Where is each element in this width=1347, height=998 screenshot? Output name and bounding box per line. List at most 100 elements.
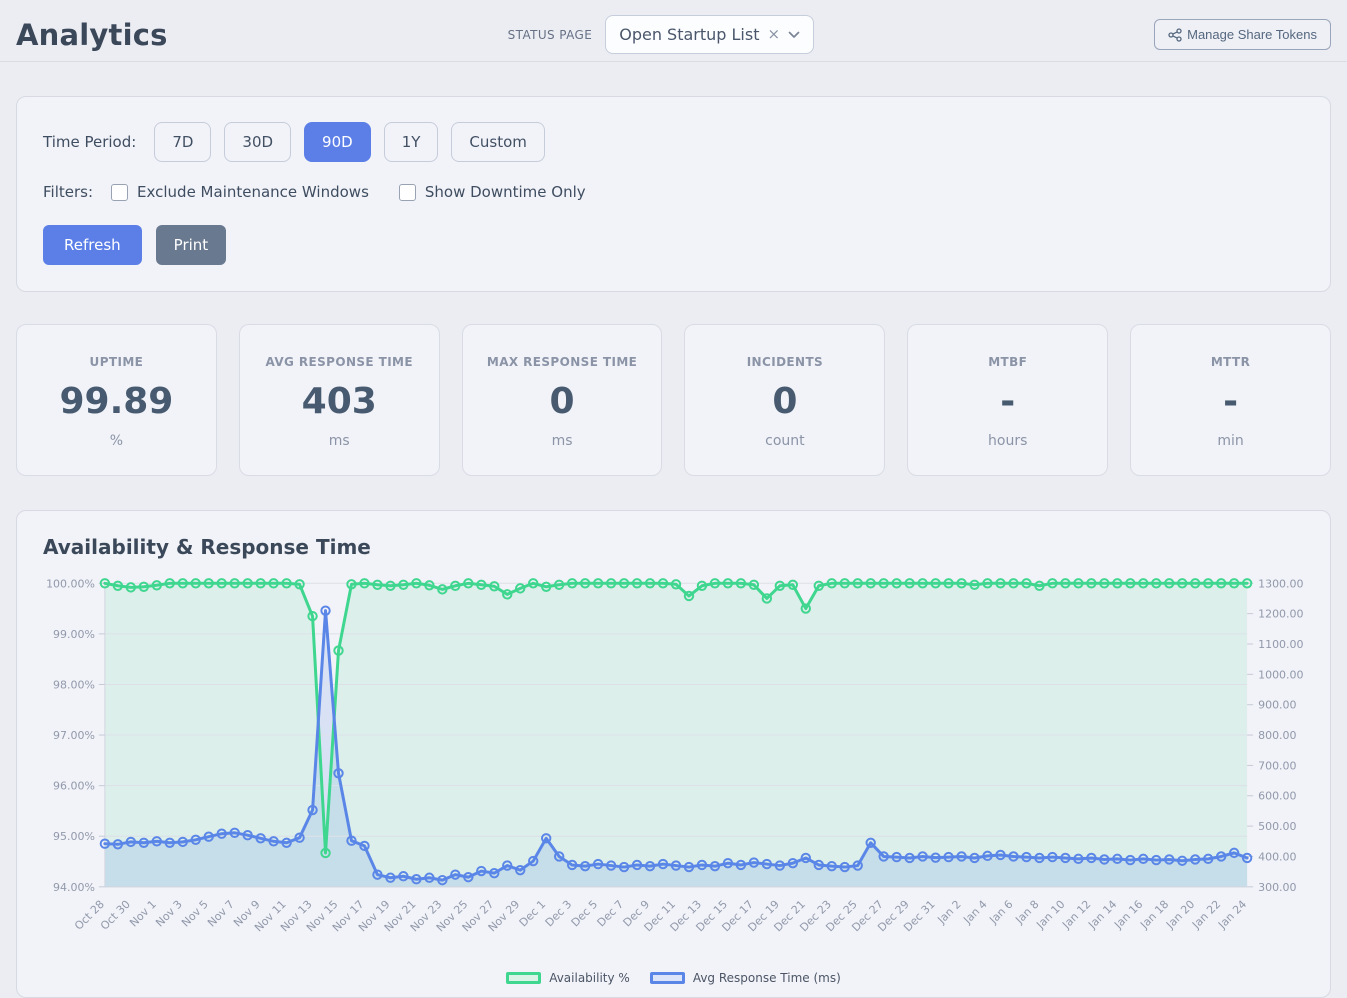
svg-text:98.00%: 98.00%: [53, 678, 95, 691]
stat-value: -: [916, 381, 1099, 422]
time-period-1y-button[interactable]: 1Y: [384, 122, 439, 162]
svg-text:95.00%: 95.00%: [53, 830, 95, 843]
legend-swatch: [506, 972, 541, 984]
stat-label: MTTR: [1139, 355, 1322, 369]
right-axis-labels: 1300.00 1200.00 1100.00 1000.00 900.00 800.00…: [1247, 577, 1303, 894]
svg-text:Jan 22: Jan 22: [1189, 898, 1223, 932]
svg-text:94.00%: 94.00%: [53, 881, 95, 894]
svg-text:100.00%: 100.00%: [46, 577, 95, 590]
svg-text:1300.00: 1300.00: [1258, 577, 1303, 590]
left-axis-labels: 100.00% 99.00% 98.00% 97.00% 96.00% 95.00% 94.…: [46, 577, 105, 894]
chart-panel: Availability & Response Time 100.00% 99.0…: [16, 510, 1331, 998]
stat-value: 0: [693, 381, 876, 422]
svg-text:Nov 5: Nov 5: [179, 898, 211, 930]
status-page-label: STATUS PAGE: [508, 28, 593, 42]
top-header: Analytics STATUS PAGE Open Startup List …: [0, 0, 1347, 62]
stat-label: INCIDENTS: [693, 355, 876, 369]
time-period-row: Time Period: 7D 30D 90D 1Y Custom: [43, 122, 1304, 162]
svg-text:700.00: 700.00: [1258, 759, 1296, 772]
legend-label: Availability %: [549, 971, 630, 985]
manage-share-tokens-label: Manage Share Tokens: [1187, 27, 1317, 42]
status-page-selector-group: STATUS PAGE Open Startup List ×: [508, 15, 814, 54]
stat-card-incidents: INCIDENTS 0 count: [684, 324, 885, 476]
stats-row: UPTIME99.89%AVG RESPONSE TIME403msMAX RE…: [16, 324, 1331, 476]
stat-unit: hours: [916, 433, 1099, 449]
time-period-label: Time Period:: [43, 133, 136, 151]
stat-unit: min: [1139, 433, 1322, 449]
svg-text:1000.00: 1000.00: [1258, 668, 1303, 681]
svg-text:99.00%: 99.00%: [53, 628, 95, 641]
svg-text:96.00%: 96.00%: [53, 780, 95, 793]
checkbox[interactable]: [111, 184, 128, 201]
actions-row: Refresh Print: [43, 225, 1304, 265]
stat-card-max-response-time: MAX RESPONSE TIME 0 ms: [462, 324, 663, 476]
stat-value: 403: [248, 381, 431, 422]
stat-unit: ms: [248, 433, 431, 449]
filter-checkbox-item[interactable]: Exclude Maintenance Windows: [111, 183, 369, 201]
manage-share-tokens-button[interactable]: Manage Share Tokens: [1154, 19, 1331, 50]
status-page-select[interactable]: Open Startup List ×: [605, 15, 814, 54]
svg-text:Jan 2: Jan 2: [934, 898, 963, 927]
stat-value: 0: [471, 381, 654, 422]
close-icon[interactable]: ×: [766, 27, 781, 42]
svg-text:Jan 6: Jan 6: [986, 898, 1015, 927]
svg-text:Nov 1: Nov 1: [127, 898, 159, 930]
refresh-button[interactable]: Refresh: [43, 225, 142, 265]
time-period-custom-button[interactable]: Custom: [451, 122, 544, 162]
svg-text:Dec 7: Dec 7: [595, 898, 627, 930]
svg-text:Jan 12: Jan 12: [1059, 898, 1093, 932]
svg-text:Oct 30: Oct 30: [98, 898, 133, 933]
x-axis-labels: Oct 28Oct 30Nov 1Nov 3Nov 5Nov 7Nov 9Nov…: [72, 898, 1249, 935]
svg-text:Jan 16: Jan 16: [1111, 898, 1145, 932]
legend-swatch: [650, 972, 685, 984]
stat-card-avg-response-time: AVG RESPONSE TIME 403 ms: [239, 324, 440, 476]
svg-text:500.00: 500.00: [1258, 820, 1296, 833]
checkbox-label: Show Downtime Only: [425, 183, 586, 201]
filters-panel: Time Period: 7D 30D 90D 1Y Custom Filters: E…: [16, 96, 1331, 292]
svg-text:Jan 14: Jan 14: [1085, 898, 1119, 932]
time-period-buttons: 7D 30D 90D 1Y Custom: [154, 122, 545, 162]
filters-row: Filters: Exclude Maintenance WindowsShow…: [43, 183, 1304, 201]
stat-unit: count: [693, 433, 876, 449]
chart-title: Availability & Response Time: [17, 535, 1330, 559]
stat-card-mttr: MTTR - min: [1130, 324, 1331, 476]
chevron-down-icon[interactable]: [788, 31, 800, 39]
time-period-7d-button[interactable]: 7D: [154, 122, 211, 162]
svg-text:Jan 4: Jan 4: [960, 898, 989, 927]
stat-unit: ms: [471, 433, 654, 449]
svg-text:97.00%: 97.00%: [53, 729, 95, 742]
svg-text:900.00: 900.00: [1258, 699, 1296, 712]
legend-item[interactable]: Availability %: [506, 971, 630, 985]
stat-label: AVG RESPONSE TIME: [248, 355, 431, 369]
legend-item[interactable]: Avg Response Time (ms): [650, 971, 841, 985]
stat-label: MTBF: [916, 355, 1099, 369]
stat-card-mtbf: MTBF - hours: [907, 324, 1108, 476]
status-page-selected-value: Open Startup List: [619, 25, 759, 44]
svg-text:Jan 18: Jan 18: [1137, 898, 1171, 932]
filter-checkboxes: Exclude Maintenance Windows Show Downtime…: [111, 183, 586, 201]
svg-text:1200.00: 1200.00: [1258, 608, 1303, 621]
chart-legend: Availability % Avg Response Time (ms): [17, 971, 1330, 985]
stat-label: MAX RESPONSE TIME: [471, 355, 654, 369]
stat-value: -: [1139, 381, 1322, 422]
stat-label: UPTIME: [25, 355, 208, 369]
svg-text:Dec 1: Dec 1: [517, 898, 549, 930]
stat-unit: %: [25, 433, 208, 449]
stat-value: 99.89: [25, 381, 208, 422]
svg-text:Dec 5: Dec 5: [569, 898, 601, 930]
stat-card-uptime: UPTIME 99.89%: [16, 324, 217, 476]
checkbox[interactable]: [399, 184, 416, 201]
time-period-90d-button[interactable]: 90D: [304, 122, 371, 162]
time-period-30d-button[interactable]: 30D: [224, 122, 291, 162]
svg-text:Nov 3: Nov 3: [153, 898, 185, 930]
svg-text:400.00: 400.00: [1258, 850, 1296, 863]
svg-text:800.00: 800.00: [1258, 729, 1296, 742]
svg-text:1100.00: 1100.00: [1258, 638, 1303, 651]
svg-text:Nov 7: Nov 7: [205, 898, 237, 930]
svg-text:300.00: 300.00: [1258, 881, 1296, 894]
share-icon: [1168, 28, 1182, 42]
svg-text:600.00: 600.00: [1258, 790, 1296, 803]
availability-response-chart[interactable]: 100.00% 99.00% 98.00% 97.00% 96.00% 95.00% 94.…: [17, 569, 1330, 971]
filter-checkbox-item[interactable]: Show Downtime Only: [399, 183, 586, 201]
print-button[interactable]: Print: [156, 225, 227, 265]
